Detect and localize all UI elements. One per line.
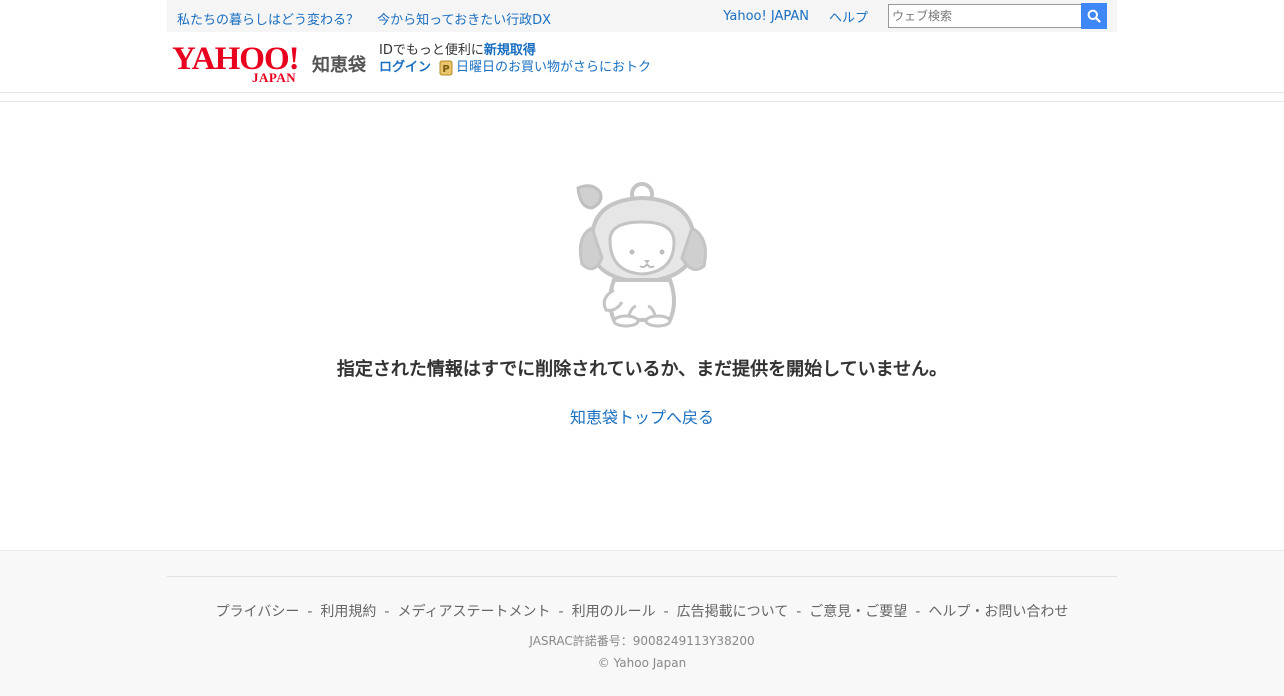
footer-links: プライバシー - 利用規約 - メディアステートメント - 利用のルール - 広告掲載について -… (0, 601, 1284, 621)
search-icon (1087, 9, 1101, 23)
footer-separator: - (558, 604, 564, 620)
logo-japan-text: JAPAN (252, 70, 297, 85)
login-area: IDでもっと便利に新規取得 ログイン P 日曜日のお買い物がさらにおトク (379, 42, 651, 76)
footer-separator: - (307, 604, 313, 620)
login-row-2: ログイン P 日曜日のお買い物がさらにおトク (379, 59, 651, 76)
footer-link-help[interactable]: ヘルプ・お問い合わせ (928, 604, 1068, 620)
topbar-right: Yahoo! JAPAN ヘルプ (723, 3, 1107, 29)
svg-text:P: P (442, 64, 449, 75)
yahoo-chiebukuro-logo[interactable]: YAHOO! JAPAN 知恵袋 (172, 42, 372, 85)
promo-links: 私たちの暮らしはどう変わる？ 今から知っておきたい行政DX (177, 9, 551, 28)
footer-link-media[interactable]: メディアステートメント (397, 604, 550, 620)
error-message: 指定された情報はすでに削除されているか、まだ提供を開始していません。 (336, 359, 948, 380)
search-button[interactable] (1081, 3, 1107, 29)
mascot-illustration (576, 182, 707, 328)
top-utility-bar: 私たちの暮らしはどう変わる？ 今から知っておきたい行政DX Yahoo! JAP… (167, 0, 1117, 32)
web-search-input[interactable] (888, 4, 1082, 28)
footer-link-terms[interactable]: 利用規約 (320, 604, 376, 620)
promo-link-dx[interactable]: 今から知っておきたい行政DX (377, 13, 551, 28)
footer-separator: - (663, 604, 669, 620)
copyright: © Yahoo Japan (597, 656, 687, 670)
login-row-1: IDでもっと便利に新規取得 (379, 42, 651, 59)
service-name: 知恵袋 (312, 55, 366, 76)
footer-link-feedback[interactable]: ご意見・ご要望 (809, 604, 907, 620)
help-link[interactable]: ヘルプ (829, 7, 868, 26)
footer-link-ads[interactable]: 広告掲載について (677, 604, 789, 620)
footer-link-rules[interactable]: 利用のルール (572, 604, 656, 620)
footer-link-privacy[interactable]: プライバシー (216, 604, 300, 620)
site-header: YAHOO! JAPAN 知恵袋 IDでもっと便利に新規取得 ログイン P 日曜… (167, 32, 1117, 92)
back-link-wrap: 知恵袋トップへ戻る (0, 404, 1284, 428)
footer-separator: - (915, 604, 921, 620)
login-link[interactable]: ログイン (379, 59, 431, 76)
site-footer: プライバシー - 利用規約 - メディアステートメント - 利用のルール - 広告掲載について -… (0, 550, 1284, 696)
id-prompt-text: IDでもっと便利に (379, 43, 484, 58)
header-divider (0, 92, 1284, 93)
paypay-coin-icon: P (439, 60, 453, 75)
back-to-top-link[interactable]: 知恵袋トップへ戻る (570, 408, 714, 427)
sunday-promo-link[interactable]: 日曜日のお買い物がさらにおトク (456, 59, 651, 76)
promo-link-life[interactable]: 私たちの暮らしはどう変わる？ (177, 13, 359, 28)
yahoo-japan-link[interactable]: Yahoo! JAPAN (723, 9, 809, 24)
footer-separator: - (384, 604, 390, 620)
signup-link[interactable]: 新規取得 (484, 43, 536, 58)
header-divider-2 (0, 101, 1284, 102)
jasrac-number: JASRAC許諾番号：9008249113Y38200 (529, 634, 755, 648)
footer-divider (167, 576, 1117, 577)
footer-separator: - (796, 604, 802, 620)
